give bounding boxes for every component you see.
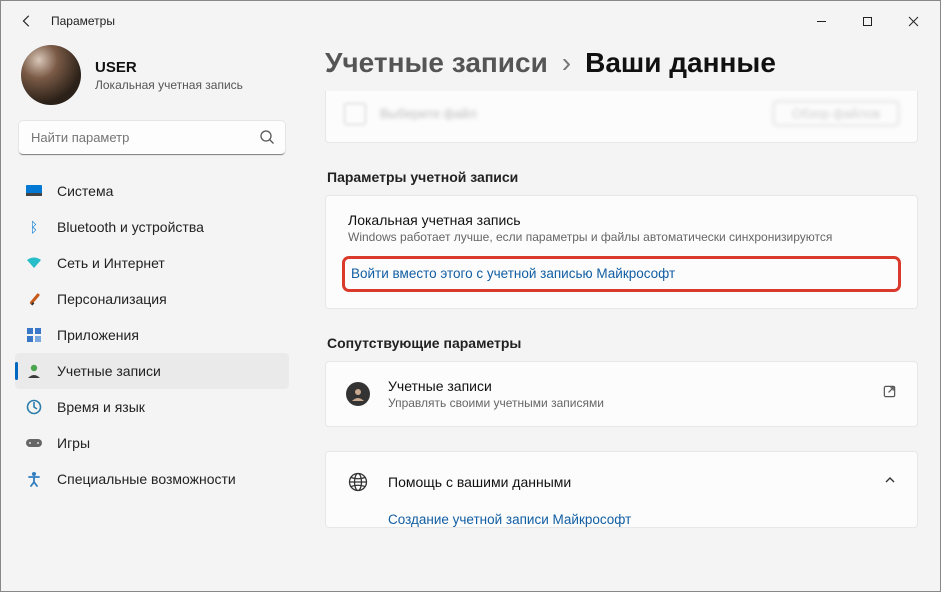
nav-item-personalization[interactable]: Персонализация xyxy=(15,281,289,317)
account-type-subtitle: Windows работает лучше, если параметры и… xyxy=(348,230,895,244)
nav-label: Учетные записи xyxy=(57,363,161,379)
nav-list: Система ᛒ Bluetooth и устройства Сеть и … xyxy=(15,173,289,497)
nav-item-gaming[interactable]: Игры xyxy=(15,425,289,461)
main-content: Учетные записи › Ваши данные Выберите фа… xyxy=(303,41,940,591)
accounts-icon xyxy=(25,362,43,380)
help-card[interactable]: Помощь с вашими данными Создание учетной… xyxy=(325,451,918,528)
gaming-icon xyxy=(25,434,43,452)
related-accounts-card[interactable]: Учетные записи Управлять своими учетными… xyxy=(325,361,918,427)
profile-subtitle: Локальная учетная запись xyxy=(95,78,243,92)
personalization-icon xyxy=(25,290,43,308)
create-ms-account-link[interactable]: Создание учетной записи Майкрософт xyxy=(326,512,917,527)
nav-item-apps[interactable]: Приложения xyxy=(15,317,289,353)
nav-label: Игры xyxy=(57,435,90,451)
breadcrumb-current: Ваши данные xyxy=(585,47,776,79)
choose-file-label: Выберите файл xyxy=(380,106,476,121)
nav-item-bluetooth[interactable]: ᛒ Bluetooth и устройства xyxy=(15,209,289,245)
section-related: Сопутствующие параметры xyxy=(327,335,918,351)
search-box[interactable] xyxy=(19,121,285,155)
back-button[interactable] xyxy=(9,3,45,39)
account-settings-card: Локальная учетная запись Windows работае… xyxy=(325,195,918,309)
app-title: Параметры xyxy=(51,14,115,28)
account-type-title: Локальная учетная запись xyxy=(348,212,895,228)
nav-label: Время и язык xyxy=(57,399,145,415)
window-controls xyxy=(798,5,936,37)
accessibility-icon xyxy=(25,470,43,488)
related-title: Учетные записи xyxy=(388,378,882,394)
nav-item-network[interactable]: Сеть и Интернет xyxy=(15,245,289,281)
nav-label: Сеть и Интернет xyxy=(57,255,165,271)
network-icon xyxy=(25,254,43,272)
globe-icon xyxy=(346,470,370,494)
help-title: Помощь с вашими данными xyxy=(388,474,883,490)
related-subtitle: Управлять своими учетными записями xyxy=(388,396,882,410)
breadcrumb-parent[interactable]: Учетные записи xyxy=(325,47,548,79)
browse-files-button[interactable]: Обзор файлов xyxy=(773,101,899,126)
chevron-right-icon: › xyxy=(562,47,571,79)
section-account-params: Параметры учетной записи xyxy=(327,169,918,185)
avatar xyxy=(21,45,81,105)
nav-label: Специальные возможности xyxy=(57,471,236,487)
nav-label: Система xyxy=(57,183,113,199)
nav-item-time-language[interactable]: Время и язык xyxy=(15,389,289,425)
signin-microsoft-link[interactable]: Войти вместо этого с учетной записью Май… xyxy=(351,266,675,281)
search-icon xyxy=(259,129,275,150)
title-bar: Параметры xyxy=(1,1,940,41)
system-icon xyxy=(25,182,43,200)
bluetooth-icon: ᛒ xyxy=(25,218,43,236)
external-link-icon xyxy=(882,384,897,404)
apps-icon xyxy=(25,326,43,344)
nav-item-accounts[interactable]: Учетные записи xyxy=(15,353,289,389)
nav-item-accessibility[interactable]: Специальные возможности xyxy=(15,461,289,497)
signin-highlight: Войти вместо этого с учетной записью Май… xyxy=(342,256,901,292)
minimize-button[interactable] xyxy=(798,5,844,37)
time-language-icon xyxy=(25,398,43,416)
avatar-small-icon xyxy=(346,382,370,406)
profile-block[interactable]: USER Локальная учетная запись xyxy=(15,41,289,121)
nav-label: Bluetooth и устройства xyxy=(57,219,204,235)
nav-label: Приложения xyxy=(57,327,139,343)
nav-label: Персонализация xyxy=(57,291,167,307)
search-input[interactable] xyxy=(19,121,285,155)
maximize-button[interactable] xyxy=(844,5,890,37)
profile-name: USER xyxy=(95,59,243,76)
chevron-up-icon xyxy=(883,473,897,492)
breadcrumb: Учетные записи › Ваши данные xyxy=(325,47,918,79)
sidebar: USER Локальная учетная запись Система ᛒ … xyxy=(1,41,303,591)
photo-card-partial: Выберите файл Обзор файлов xyxy=(325,91,918,143)
nav-item-system[interactable]: Система xyxy=(15,173,289,209)
file-icon xyxy=(344,103,366,125)
close-button[interactable] xyxy=(890,5,936,37)
